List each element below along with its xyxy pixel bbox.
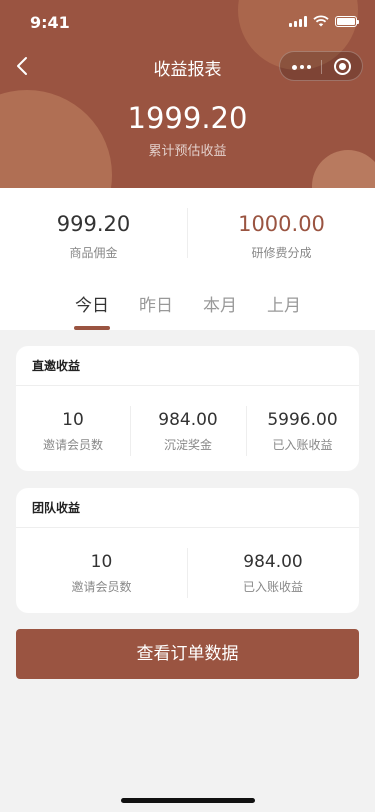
stat-value: 10 [90, 552, 113, 572]
status-icons [289, 15, 359, 27]
training-share-stat: 1000.00 研修费分成 [188, 212, 375, 261]
direct-settled-bonus: 984.00 沉淀奖金 [130, 410, 246, 453]
direct-earnings-body: 10 邀请会员数 984.00 沉淀奖金 5996.00 已入账收益 [16, 386, 359, 471]
header-banner: 9:41 收益报表 1999.20 累计预估收益 [0, 0, 375, 188]
capsule-divider [321, 60, 322, 74]
direct-invited-members: 10 邀请会员数 [16, 410, 130, 453]
stat-value: 984.00 [243, 552, 303, 572]
status-bar: 9:41 [0, 0, 375, 44]
more-dots-icon[interactable] [292, 64, 311, 70]
stat-label: 邀请会员数 [42, 438, 103, 452]
total-earnings-value: 1999.20 [127, 101, 248, 135]
commission-stat: 999.20 商品佣金 [0, 212, 187, 261]
nav-bar: 收益报表 [0, 44, 375, 88]
team-earnings-body: 10 邀请会员数 984.00 已入账收益 [16, 528, 359, 613]
stat-label: 已入账收益 [272, 438, 333, 452]
target-circle-icon[interactable] [334, 58, 351, 75]
stat-value: 5996.00 [267, 410, 338, 430]
team-earnings-title: 团队收益 [16, 488, 359, 528]
stat-value: 10 [62, 410, 84, 430]
battery-icon [335, 16, 359, 27]
total-earnings-label: 累计预估收益 [148, 144, 227, 159]
stat-value: 984.00 [158, 410, 218, 430]
status-time: 9:41 [30, 13, 70, 32]
direct-earnings-title: 直邀收益 [16, 346, 359, 386]
team-credited-earnings: 984.00 已入账收益 [187, 552, 359, 595]
tab-this-month[interactable]: 本月 [188, 291, 252, 316]
wifi-icon [313, 15, 329, 27]
stat-label: 沉淀奖金 [163, 438, 212, 452]
stat-label: 已入账收益 [242, 580, 303, 594]
active-tab-indicator [74, 326, 110, 330]
stat-label: 邀请会员数 [71, 580, 132, 594]
tab-last-month[interactable]: 上月 [252, 291, 316, 316]
view-orders-button[interactable]: 查看订单数据 [16, 629, 359, 679]
period-tabs: 今日 昨日 本月 上月 [0, 291, 375, 331]
signal-icon [289, 15, 307, 27]
training-share-value: 1000.00 [238, 212, 325, 236]
commission-label: 商品佣金 [69, 246, 118, 260]
team-invited-members: 10 邀请会员数 [16, 552, 187, 595]
direct-earnings-card: 直邀收益 10 邀请会员数 984.00 沉淀奖金 5996.00 已入账收益 [16, 346, 359, 471]
commission-value: 999.20 [56, 212, 131, 236]
mini-program-capsule [279, 51, 363, 81]
tab-today[interactable]: 今日 [60, 291, 124, 316]
training-share-label: 研修费分成 [251, 246, 312, 260]
summary-panel: 999.20 商品佣金 1000.00 研修费分成 今日 昨日 本月 上月 [0, 188, 375, 330]
tab-yesterday[interactable]: 昨日 [124, 291, 188, 316]
team-earnings-card: 团队收益 10 邀请会员数 984.00 已入账收益 [16, 488, 359, 613]
home-indicator [121, 798, 255, 803]
direct-credited-earnings: 5996.00 已入账收益 [246, 410, 359, 453]
